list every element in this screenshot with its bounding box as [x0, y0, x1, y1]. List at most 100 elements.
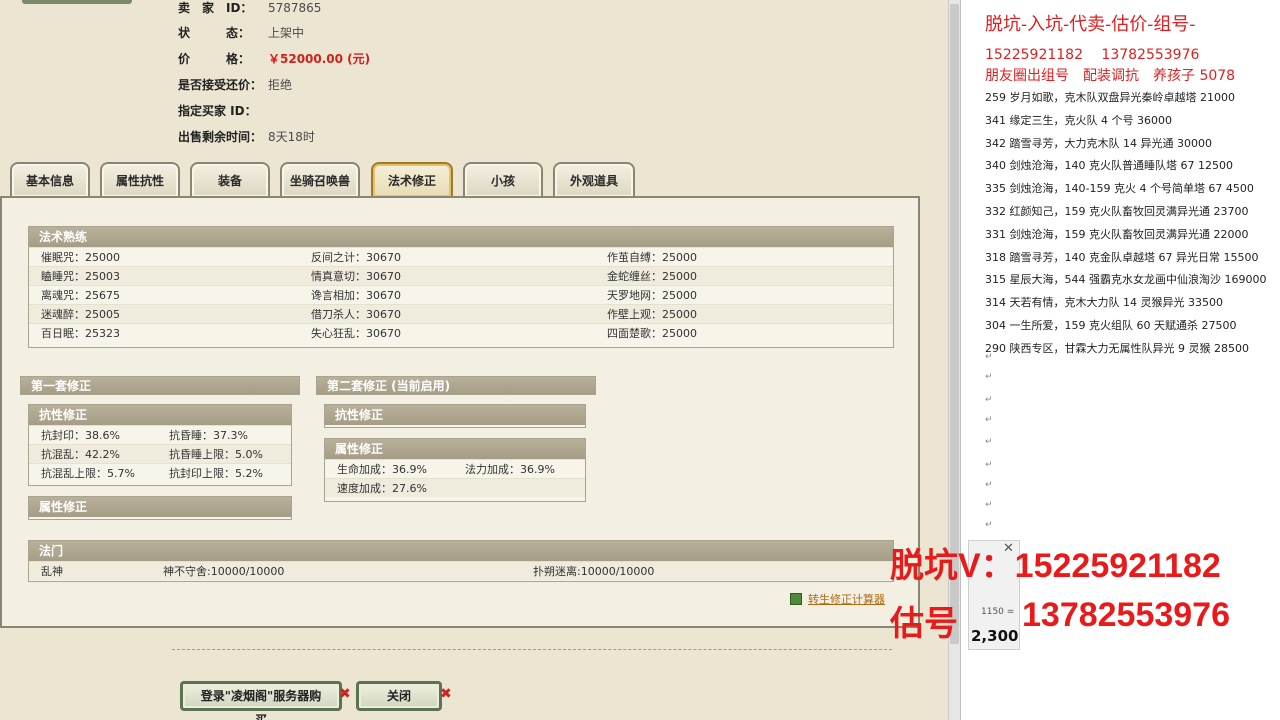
table-cell: 抗封印：38.6% [41, 429, 120, 442]
tab-equipment[interactable]: 装备 [190, 162, 270, 197]
table-cell: 四面楚歌：25000 [607, 327, 697, 340]
calculator-expression: 1150 = [981, 607, 1015, 617]
overlay-appraise-phone: 13782553976 [1022, 596, 1231, 634]
table-row: 瞌睡咒：25003 情真意切：30670 金蛇缠丝：25000 [29, 266, 893, 285]
table-row: 生命加成：36.9% 法力加成：36.9% [325, 459, 585, 478]
table-row: 抗封印：38.6% 抗昏睡：37.3% [29, 425, 291, 444]
table-cell: 生命加成：36.9% [337, 463, 427, 476]
paragraph-mark-icon: ↵ [985, 480, 993, 490]
table-row: 抗混乱：42.2% 抗昏睡上限：5.0% [29, 444, 291, 463]
table-cell: 谗言相加：30670 [311, 289, 401, 302]
table-row: 百日眠：25323 失心狂乱：30670 四面楚歌：25000 [29, 323, 893, 342]
table-cell: 迷魂醉：25005 [41, 308, 120, 321]
table-cell: 速度加成：27.6% [337, 482, 427, 495]
fa-men-group: 法门 乱神 神不守舍:10000/10000 扑朔迷离:10000/10000 [28, 540, 894, 582]
tab-attributes[interactable]: 属性抗性 [100, 162, 180, 197]
doc-list-item: 335 剑烛沧海，140-159 克火 4 个号简单塔 67 4500 [985, 182, 1254, 196]
fa-men-header: 法门 [29, 541, 893, 561]
designated-buyer-label: 指定买家 ID： [178, 104, 257, 118]
set2-header: 第二套修正 (当前启用) [316, 376, 596, 395]
table-cell: 情真意切：30670 [311, 270, 401, 283]
fa-men-row: 乱神 神不守舍:10000/10000 扑朔迷离:10000/10000 [29, 561, 893, 580]
doc-list-item: 341 缘定三生，克火队 4 个号 36000 [985, 113, 1172, 127]
seller-id-value: 5787865 [268, 1, 322, 15]
doc-phone-line: 15225921182 13782553976 [985, 47, 1200, 63]
set1-resist-group: 抗性修正 抗封印：38.6% 抗昏睡：37.3% 抗混乱：42.2% 抗昏睡上限：5.… [28, 404, 292, 486]
price-value: ￥52000.00 (元) [268, 52, 371, 66]
overlay-contact-line: 脱坑V：15225921182 [890, 547, 1221, 585]
tab-content-panel: 法术熟练 催眠咒：25000 反间之计：30670 作茧自缚：25000 瞌睡咒：25… [0, 196, 920, 628]
table-row: 离魂咒：25675 谗言相加：30670 天罗地网：25000 [29, 285, 893, 304]
fa-men-skill-1: 神不守舍:10000/10000 [163, 565, 285, 578]
set2-attr-header: 属性修正 [325, 439, 585, 459]
set1-resist-table: 抗封印：38.6% 抗昏睡：37.3% 抗混乱：42.2% 抗昏睡上限：5.0% 抗混乱… [29, 425, 291, 482]
doc-list-item: 318 踏雪寻芳，140 克金队卓越塔 67 异光日常 15500 [985, 250, 1259, 264]
table-cell: 作茧自缚：25000 [607, 251, 697, 264]
table-cell: 离魂咒：25675 [41, 289, 120, 302]
table-cell: 失心狂乱：30670 [311, 327, 401, 340]
doc-list-item: 315 星辰大海，544 强霸克水女龙画中仙浪淘沙 169000 [985, 273, 1267, 287]
spell-mastery-group: 法术熟练 催眠咒：25000 反间之计：30670 作茧自缚：25000 瞌睡咒：25… [28, 226, 894, 348]
counter-offer-label: 是否接受还价： [178, 78, 263, 92]
set2-resist-header: 抗性修正 [325, 405, 585, 425]
counter-offer-value: 拒绝 [268, 78, 293, 92]
set2-resist-group: 抗性修正 [324, 404, 586, 428]
rebirth-calculator-link[interactable]: 转生修正计算器 [790, 592, 885, 608]
paragraph-mark-icon: ↵ [985, 372, 993, 382]
price-label: 价 格： [178, 52, 251, 66]
table-cell: 抗混乱：42.2% [41, 448, 120, 461]
status-value: 上架中 [268, 26, 305, 40]
close-button[interactable]: 关闭 [356, 681, 442, 711]
fa-men-name: 乱神 [41, 565, 63, 578]
table-row: 速度加成：27.6% [325, 478, 585, 497]
paragraph-mark-icon: ↵ [985, 352, 993, 362]
overlay-appraise-label: 估号 [890, 605, 958, 643]
table-cell: 借刀杀人：30670 [311, 308, 401, 321]
doc-list-item: 290 陕西专区，甘霖大力无属性队异光 9 灵猴 28500 [985, 341, 1249, 355]
table-row: 迷魂醉：25005 借刀杀人：30670 作壁上观：25000 [29, 304, 893, 323]
table-cell: 抗混乱上限：5.7% [41, 467, 135, 480]
set1-attr-header: 属性修正 [29, 497, 291, 517]
table-cell: 抗昏睡：37.3% [169, 429, 248, 442]
table-cell: 作壁上观：25000 [607, 308, 697, 321]
top-button-edge[interactable] [22, 0, 132, 4]
close-x-icon: ✖ [339, 686, 351, 702]
rebirth-calculator-label: 转生修正计算器 [808, 593, 885, 606]
tab-appearance-items[interactable]: 外观道具 [553, 162, 635, 197]
paragraph-mark-icon: ↵ [985, 415, 993, 425]
paragraph-mark-icon: ↵ [985, 500, 993, 510]
remaining-time-label: 出售剩余时间： [178, 130, 263, 144]
table-cell: 天罗地网：25000 [607, 289, 697, 302]
tab-children[interactable]: 小孩 [463, 162, 543, 197]
set1-resist-header: 抗性修正 [29, 405, 291, 425]
set1-attr-group: 属性修正 [28, 496, 292, 520]
doc-list-item: 340 剑烛沧海，140 克火队普通睡队塔 67 12500 [985, 159, 1233, 173]
status-label: 状 态： [178, 26, 251, 40]
tab-spell-correction[interactable]: 法术修正 [371, 162, 453, 197]
table-cell: 金蛇缠丝：25000 [607, 270, 697, 283]
table-cell: 抗封印上限：5.2% [169, 467, 263, 480]
table-cell: 抗昏睡上限：5.0% [169, 448, 263, 461]
paragraph-mark-icon: ↵ [985, 460, 993, 470]
doc-list-item: 259 岁月如歌，克木队双盘异光秦岭卓越塔 21000 [985, 91, 1235, 104]
doc-list-item: 331 剑烛沧海，159 克火队畜牧回灵满异光通 22000 [985, 227, 1249, 241]
remaining-time-value: 8天18时 [268, 130, 315, 144]
table-cell: 反间之计：30670 [311, 251, 401, 264]
table-cell: 法力加成：36.9% [465, 463, 555, 476]
tab-basic-info[interactable]: 基本信息 [10, 162, 90, 197]
spell-mastery-table: 催眠咒：25000 反间之计：30670 作茧自缚：25000 瞌睡咒：25003 情真… [29, 247, 893, 342]
seller-id-label: 卖 家 ID： [178, 1, 253, 15]
tab-mounts-pets[interactable]: 坐骑召唤兽 [280, 162, 360, 197]
paragraph-mark-icon: ↵ [985, 520, 993, 530]
calculator-result: 2,300 [971, 627, 1019, 645]
login-buy-button[interactable]: 登录"凌烟阁"服务器购买 [180, 681, 342, 720]
set1-header: 第一套修正 [20, 376, 300, 395]
doc-list-item: 342 踏雪寻芳，大力克木队 14 异光通 30000 [985, 136, 1212, 150]
calculator-icon [790, 593, 802, 605]
doc-heading: 脱坑-入坑-代卖-估价-组号- [985, 14, 1196, 35]
paragraph-mark-icon: ↵ [985, 395, 993, 405]
doc-list-item: 332 红颜知己，159 克火队畜牧回灵满异光通 23700 [985, 205, 1249, 218]
doc-list-item: 314 天若有情，克木大力队 14 灵猴异光 33500 [985, 296, 1223, 310]
doc-service-line: 朋友圈出组号 配装调抗 养孩子 5078 [985, 68, 1236, 84]
paragraph-mark-icon: ↵ [985, 437, 993, 447]
